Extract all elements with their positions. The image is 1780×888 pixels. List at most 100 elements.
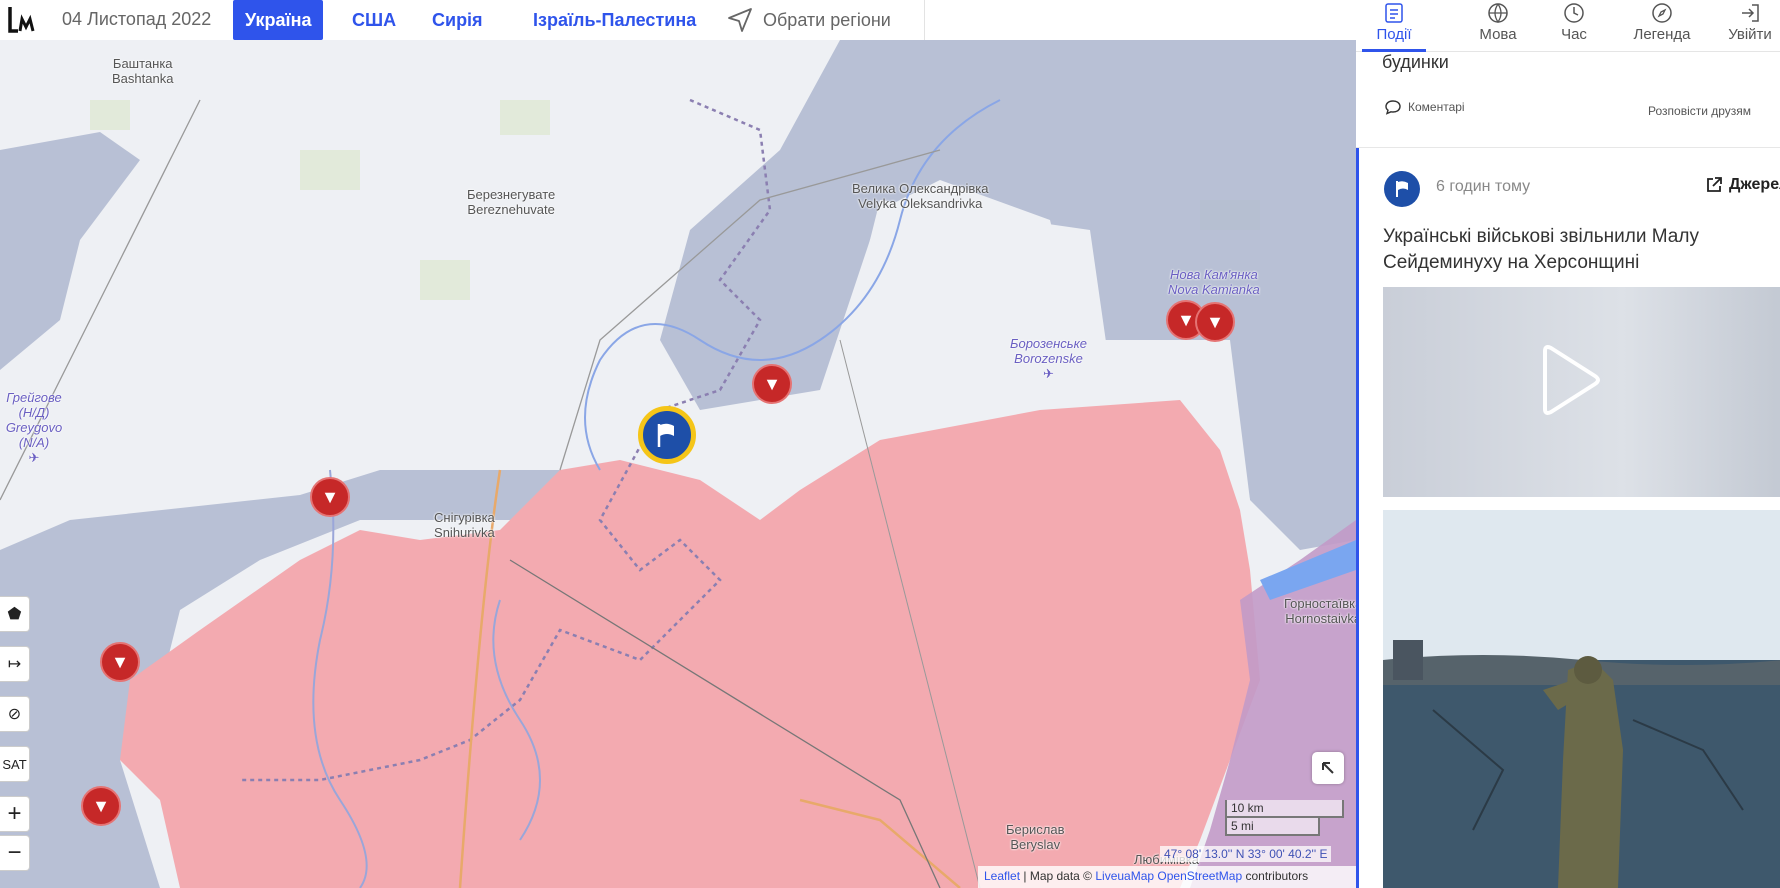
event-video[interactable] xyxy=(1383,287,1780,497)
airstrike-marker[interactable]: ▼ xyxy=(752,364,792,404)
navigation-arrow-icon xyxy=(728,8,752,32)
source-label: Джерело xyxy=(1729,176,1780,193)
airstrike-marker[interactable]: ▼ xyxy=(81,786,121,826)
event-card[interactable]: 6 годин тому Джерело Українські військов… xyxy=(1356,148,1780,888)
panel-nav: Події Мова Час Легенда Увійти xyxy=(1356,0,1780,52)
login-icon xyxy=(1742,4,1759,22)
map-attribution: Leaflet | Map data © LiveuaMap OpenStree… xyxy=(978,866,1356,888)
selected-event-flag-marker[interactable] xyxy=(638,406,696,464)
nav-events-label: Події xyxy=(1376,26,1412,43)
play-icon xyxy=(1543,345,1600,415)
map-view[interactable]: Баштанка Bashtanka Березнегувате Bereznehu… xyxy=(0,40,1356,888)
scale-km: 10 km xyxy=(1225,800,1344,818)
place-name-uk: Горностаївка xyxy=(1284,596,1356,611)
leaflet-link[interactable]: Leaflet xyxy=(984,869,1020,883)
map-canvas[interactable] xyxy=(0,40,1356,888)
source-avatar xyxy=(1384,171,1420,207)
pentagon-icon: ⬟ xyxy=(7,606,22,623)
place-snihurivka[interactable]: Снігурівка Snihurivka xyxy=(434,510,495,540)
nav-login[interactable]: Увійти xyxy=(1720,0,1780,52)
place-name-uk: Березнегувате xyxy=(467,187,556,202)
share-link[interactable]: Розповісти друзям xyxy=(1648,104,1751,118)
nav-events[interactable]: Події xyxy=(1362,0,1426,52)
map-scale: 10 km 5 mi xyxy=(1225,800,1344,836)
previous-event-title[interactable]: будинки xyxy=(1382,52,1449,73)
bomb-icon: ▼ xyxy=(763,373,781,394)
top-bar: 04 Листопад 2022 Україна США Сирія Ізраї… xyxy=(0,0,925,40)
flag-icon xyxy=(657,423,674,447)
photo-content xyxy=(1383,510,1780,888)
tab-israel-palestine[interactable]: Ізраїль-Палестина xyxy=(521,0,708,40)
hide-layers-button[interactable]: ⊘ xyxy=(0,696,30,732)
measure-button[interactable]: ↦ xyxy=(0,646,30,682)
liveuamap-logo[interactable] xyxy=(6,3,40,37)
place-name-en: Borozenske xyxy=(1014,351,1083,366)
airfield-icon: ✈ xyxy=(28,450,40,465)
nav-login-label: Увійти xyxy=(1728,26,1772,43)
place-name-en: Greygovo (N/A) xyxy=(5,420,63,450)
place-bashtanka[interactable]: Баштанка Bashtanka xyxy=(112,56,173,86)
bomb-icon: ▼ xyxy=(111,651,129,672)
place-name-uk: Борозенське xyxy=(1010,336,1087,351)
nav-legend[interactable]: Легенда xyxy=(1620,0,1704,52)
place-name-en: Velyka Oleksandrivka xyxy=(858,196,983,211)
events-panel: Події Мова Час Легенда Увійти будинки Ко… xyxy=(1356,0,1780,888)
select-regions-button[interactable]: Обрати регіони xyxy=(727,0,891,40)
place-greygovo[interactable]: Грейгове (Н/Д) Greygovo (N/A) ✈ xyxy=(2,390,66,465)
tab-ukraine[interactable]: Україна xyxy=(233,0,324,40)
place-bereznehuvate[interactable]: Березнегувате Bereznehuvate xyxy=(467,187,555,217)
place-hornostaivka[interactable]: Горностаївка Hornostaivka xyxy=(1284,596,1356,626)
previous-event-card[interactable]: будинки Коментарі Розповісти друзям xyxy=(1356,52,1780,148)
nav-language-label: Мова xyxy=(1479,26,1517,43)
event-time: 6 годин тому xyxy=(1436,178,1531,195)
airstrike-marker[interactable]: ▼ xyxy=(310,477,350,517)
comments-link[interactable]: Коментарі xyxy=(1384,99,1465,115)
app-root: 04 Листопад 2022 Україна США Сирія Ізраї… xyxy=(0,0,1780,888)
place-velyka-oleksandrivka[interactable]: Велика Олександрівка Velyka Oleksandrivka xyxy=(852,181,988,211)
nav-language[interactable]: Мова xyxy=(1456,0,1540,52)
attribution-text: contributors xyxy=(1242,869,1309,883)
collapse-map-button[interactable] xyxy=(1312,752,1344,784)
collapse-arrow-icon xyxy=(1322,762,1334,774)
nav-time-label: Час xyxy=(1561,26,1587,43)
place-name-en: Nova Kamianka xyxy=(1168,282,1260,297)
place-nova-kamianka[interactable]: Нова Кам'янка Nova Kamianka xyxy=(1168,267,1260,297)
place-name-en: Beryslav xyxy=(1010,837,1061,852)
nav-time[interactable]: Час xyxy=(1542,0,1606,52)
source-link[interactable]: Джерело xyxy=(1705,176,1780,194)
zoom-in-button[interactable]: + xyxy=(0,796,30,832)
scale-mi: 5 mi xyxy=(1225,818,1320,836)
tab-usa[interactable]: США xyxy=(340,0,408,40)
place-name-uk: Грейгове (Н/Д) xyxy=(6,390,62,420)
globe-icon xyxy=(1488,3,1508,24)
draw-polygon-button[interactable]: ⬟ xyxy=(0,596,30,632)
attribution-text: | Map data © xyxy=(1020,869,1096,883)
place-name-uk: Берислав xyxy=(1006,822,1065,837)
events-list-icon xyxy=(1385,3,1403,23)
tab-syria[interactable]: Сирія xyxy=(420,0,495,40)
place-name-en: Bereznehuvate xyxy=(467,202,555,217)
place-borozenske[interactable]: Борозенське Borozenske ✈ xyxy=(1010,336,1087,381)
current-date[interactable]: 04 Листопад 2022 xyxy=(62,9,211,30)
flag-icon xyxy=(1396,181,1408,197)
compass-icon xyxy=(1652,3,1672,23)
airstrike-marker[interactable]: ▼ xyxy=(100,642,140,682)
place-name-uk: Велика Олександрівка xyxy=(852,181,989,196)
airstrike-marker[interactable]: ▼ xyxy=(1195,302,1235,342)
place-name-en: Bashtanka xyxy=(112,71,174,86)
clock-icon xyxy=(1564,3,1584,23)
zoom-out-button[interactable]: − xyxy=(0,835,30,871)
airfield-icon: ✈ xyxy=(1043,366,1054,381)
cursor-coordinates: 47° 08' 13.0'' N 33° 00' 40.2'' E xyxy=(1160,846,1332,862)
osm-link[interactable]: OpenStreetMap xyxy=(1157,869,1242,883)
comments-label: Коментарі xyxy=(1408,100,1465,114)
ruler-arrow-icon: ↦ xyxy=(7,656,22,673)
event-photo[interactable] xyxy=(1383,510,1780,888)
bomb-icon: ▼ xyxy=(1206,311,1224,332)
event-title[interactable]: Українські військові звільнили Малу Сейд… xyxy=(1383,224,1773,276)
satellite-toggle[interactable]: SAT xyxy=(0,746,30,782)
place-beryslav[interactable]: Берислав Beryslav xyxy=(1006,822,1064,852)
eye-off-icon: ⊘ xyxy=(7,706,22,723)
bomb-icon: ▼ xyxy=(321,486,339,507)
liveuamap-link[interactable]: LiveuaMap xyxy=(1095,869,1154,883)
